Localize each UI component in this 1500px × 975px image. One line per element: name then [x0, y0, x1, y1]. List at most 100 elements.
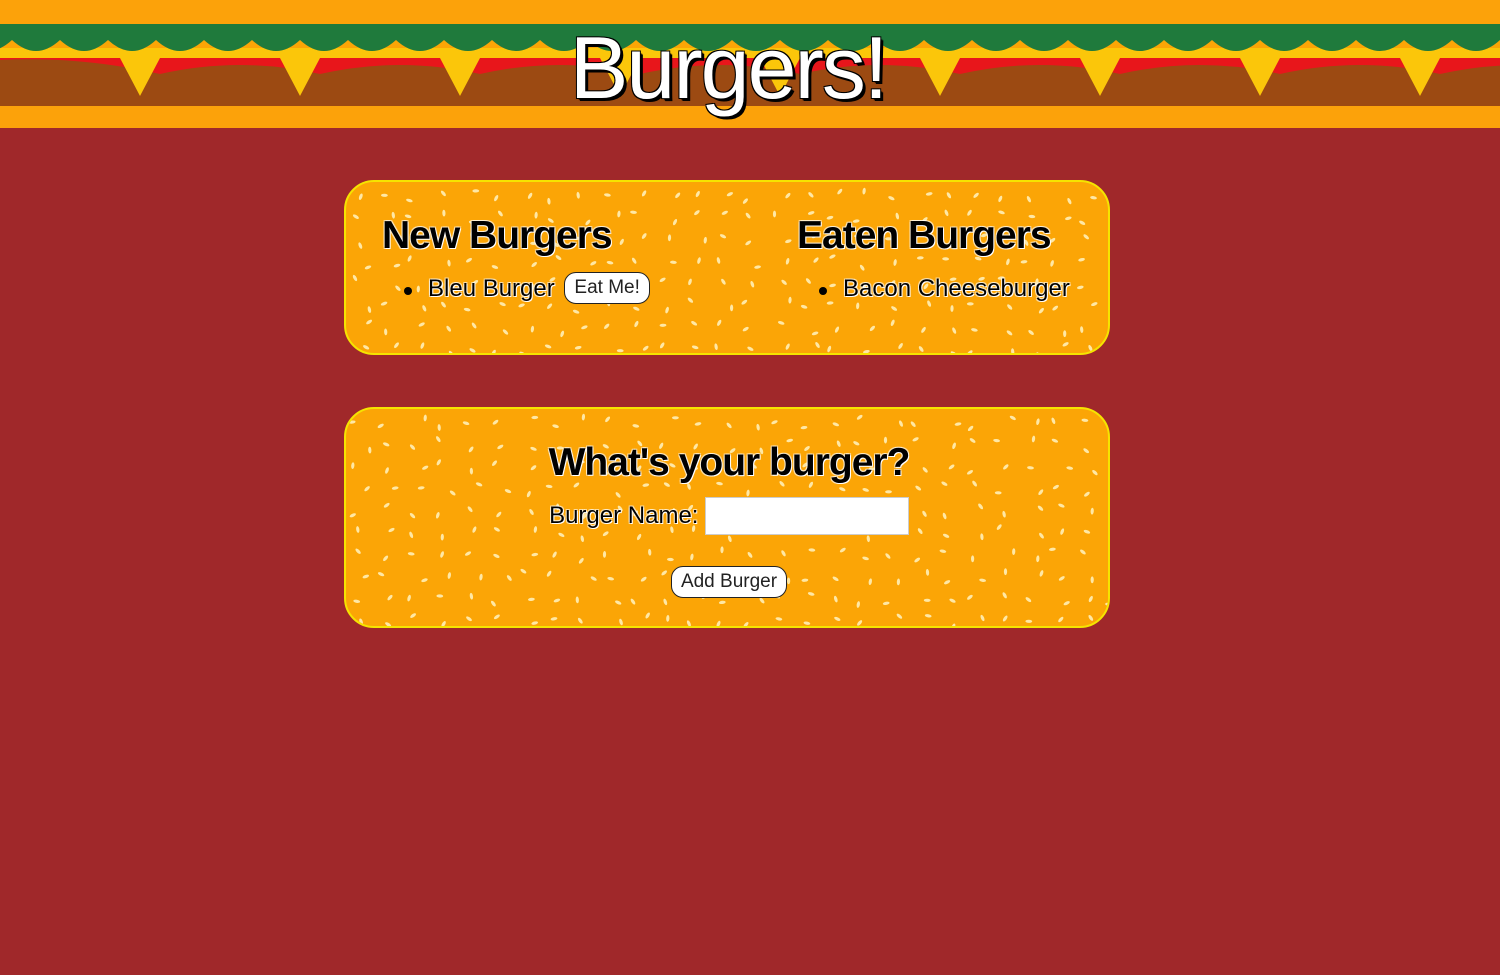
sesame-seed: [695, 190, 700, 198]
sesame-seed: [1011, 348, 1015, 353]
sesame-seed: [896, 613, 903, 619]
sesame-seed: [800, 425, 808, 430]
sesame-seed: [663, 598, 668, 606]
sesame-seed: [1012, 548, 1016, 555]
sesame-seed: [714, 343, 718, 351]
sesame-seed: [491, 349, 496, 353]
sesame-seed: [578, 557, 584, 564]
sesame-seed: [808, 548, 816, 552]
sesame-seed: [754, 265, 761, 269]
sesame-seed: [994, 491, 1002, 495]
sesame-seed: [1006, 330, 1013, 336]
sesame-seed: [717, 319, 722, 326]
sesame-seed: [446, 325, 452, 332]
sesame-seed: [951, 623, 956, 626]
sesame-seed: [367, 306, 372, 313]
sesame-seed: [642, 345, 649, 351]
sesame-seed: [1026, 196, 1031, 203]
sesame-seed: [950, 351, 957, 353]
sesame-seed: [815, 341, 820, 349]
sesame-seed: [641, 190, 647, 197]
sesame-seed: [694, 422, 702, 426]
sesame-seed: [924, 614, 932, 618]
sesame-seed: [726, 422, 732, 429]
sesame-seed: [772, 210, 777, 218]
sesame-seed: [1063, 601, 1070, 606]
sesame-seed: [616, 349, 624, 353]
sesame-seed: [785, 343, 790, 350]
add-burger-button[interactable]: Add Burger: [670, 566, 788, 598]
sesame-seed: [862, 187, 866, 195]
sesame-seed: [519, 351, 526, 353]
new-burgers-section: New Burgers Bleu Burger Eat Me!: [382, 212, 742, 306]
sesame-seed: [494, 195, 499, 202]
sesame-seed: [560, 330, 565, 338]
sesame-seed: [659, 323, 667, 327]
sesame-seed: [492, 419, 499, 425]
sesame-seed: [971, 328, 978, 332]
sesame-seed: [552, 424, 559, 429]
sesame-seed: [358, 193, 363, 200]
sesame-seed: [980, 614, 985, 622]
eaten-burgers-title: Eaten Burgers: [797, 214, 1052, 257]
burgers-panel: New Burgers Bleu Burger Eat Me! Eaten Bu…: [344, 180, 1110, 355]
sesame-seed: [472, 189, 480, 193]
sesame-seed: [385, 622, 392, 626]
bullet-icon: [404, 287, 412, 295]
sesame-seed: [925, 192, 933, 196]
sesame-seed: [899, 420, 903, 427]
eat-me-button[interactable]: Eat Me!: [564, 271, 650, 304]
sesame-seed: [383, 555, 389, 562]
sesame-seed: [634, 320, 639, 328]
sesame-seed: [866, 535, 870, 543]
sesame-seed: [363, 345, 370, 350]
sesame-seed: [1063, 330, 1067, 338]
sesame-seed: [1049, 547, 1056, 551]
sesame-seed: [967, 350, 973, 353]
sesame-seed: [771, 420, 778, 425]
sesame-seed: [441, 621, 446, 626]
sesame-seed: [667, 557, 674, 562]
sesame-seed: [811, 331, 819, 336]
sesame-seed: [885, 490, 892, 494]
sesame-seed: [747, 346, 754, 351]
sesame-seed: [359, 618, 363, 625]
sesame-seed: [914, 557, 921, 563]
sesame-seed: [839, 547, 846, 553]
sesame-seed: [602, 551, 607, 558]
form-title: What's your burger?: [548, 441, 911, 484]
sesame-seed: [862, 488, 869, 492]
sesame-seed: [967, 425, 974, 431]
sesame-seed: [918, 346, 924, 352]
sesame-seed: [716, 620, 721, 626]
sesame-seed: [691, 345, 699, 350]
sesame-seed: [466, 616, 472, 622]
sesame-seed: [946, 192, 952, 199]
sesame-seed: [364, 265, 372, 270]
sesame-seed: [381, 193, 388, 197]
sesame-seed: [394, 342, 399, 349]
burger-name-row: Burger Name:: [346, 497, 1108, 535]
sesame-seed: [464, 551, 472, 556]
sesame-seed: [720, 546, 724, 554]
sesame-seed: [572, 309, 580, 314]
sesame-seed: [939, 549, 947, 553]
sesame-seed: [746, 489, 750, 497]
sesame-seed: [1080, 549, 1086, 555]
sesame-seed: [665, 306, 669, 314]
sesame-seed: [366, 319, 373, 325]
sesame-seed: [1051, 417, 1056, 425]
sesame-seed: [781, 550, 786, 557]
sesame-seed: [671, 416, 679, 420]
sesame-seed: [675, 192, 681, 199]
sesame-seed: [921, 326, 926, 333]
sesame-seed: [581, 325, 588, 330]
sesame-seed: [1036, 555, 1040, 563]
sesame-seed: [834, 616, 841, 621]
sesame-seed: [544, 344, 552, 349]
sesame-seed: [619, 618, 623, 626]
burger-name-input[interactable]: [704, 497, 909, 535]
sesame-seed: [463, 307, 471, 312]
new-burgers-list: Bleu Burger Eat Me!: [382, 271, 742, 306]
sesame-seed: [882, 601, 890, 605]
